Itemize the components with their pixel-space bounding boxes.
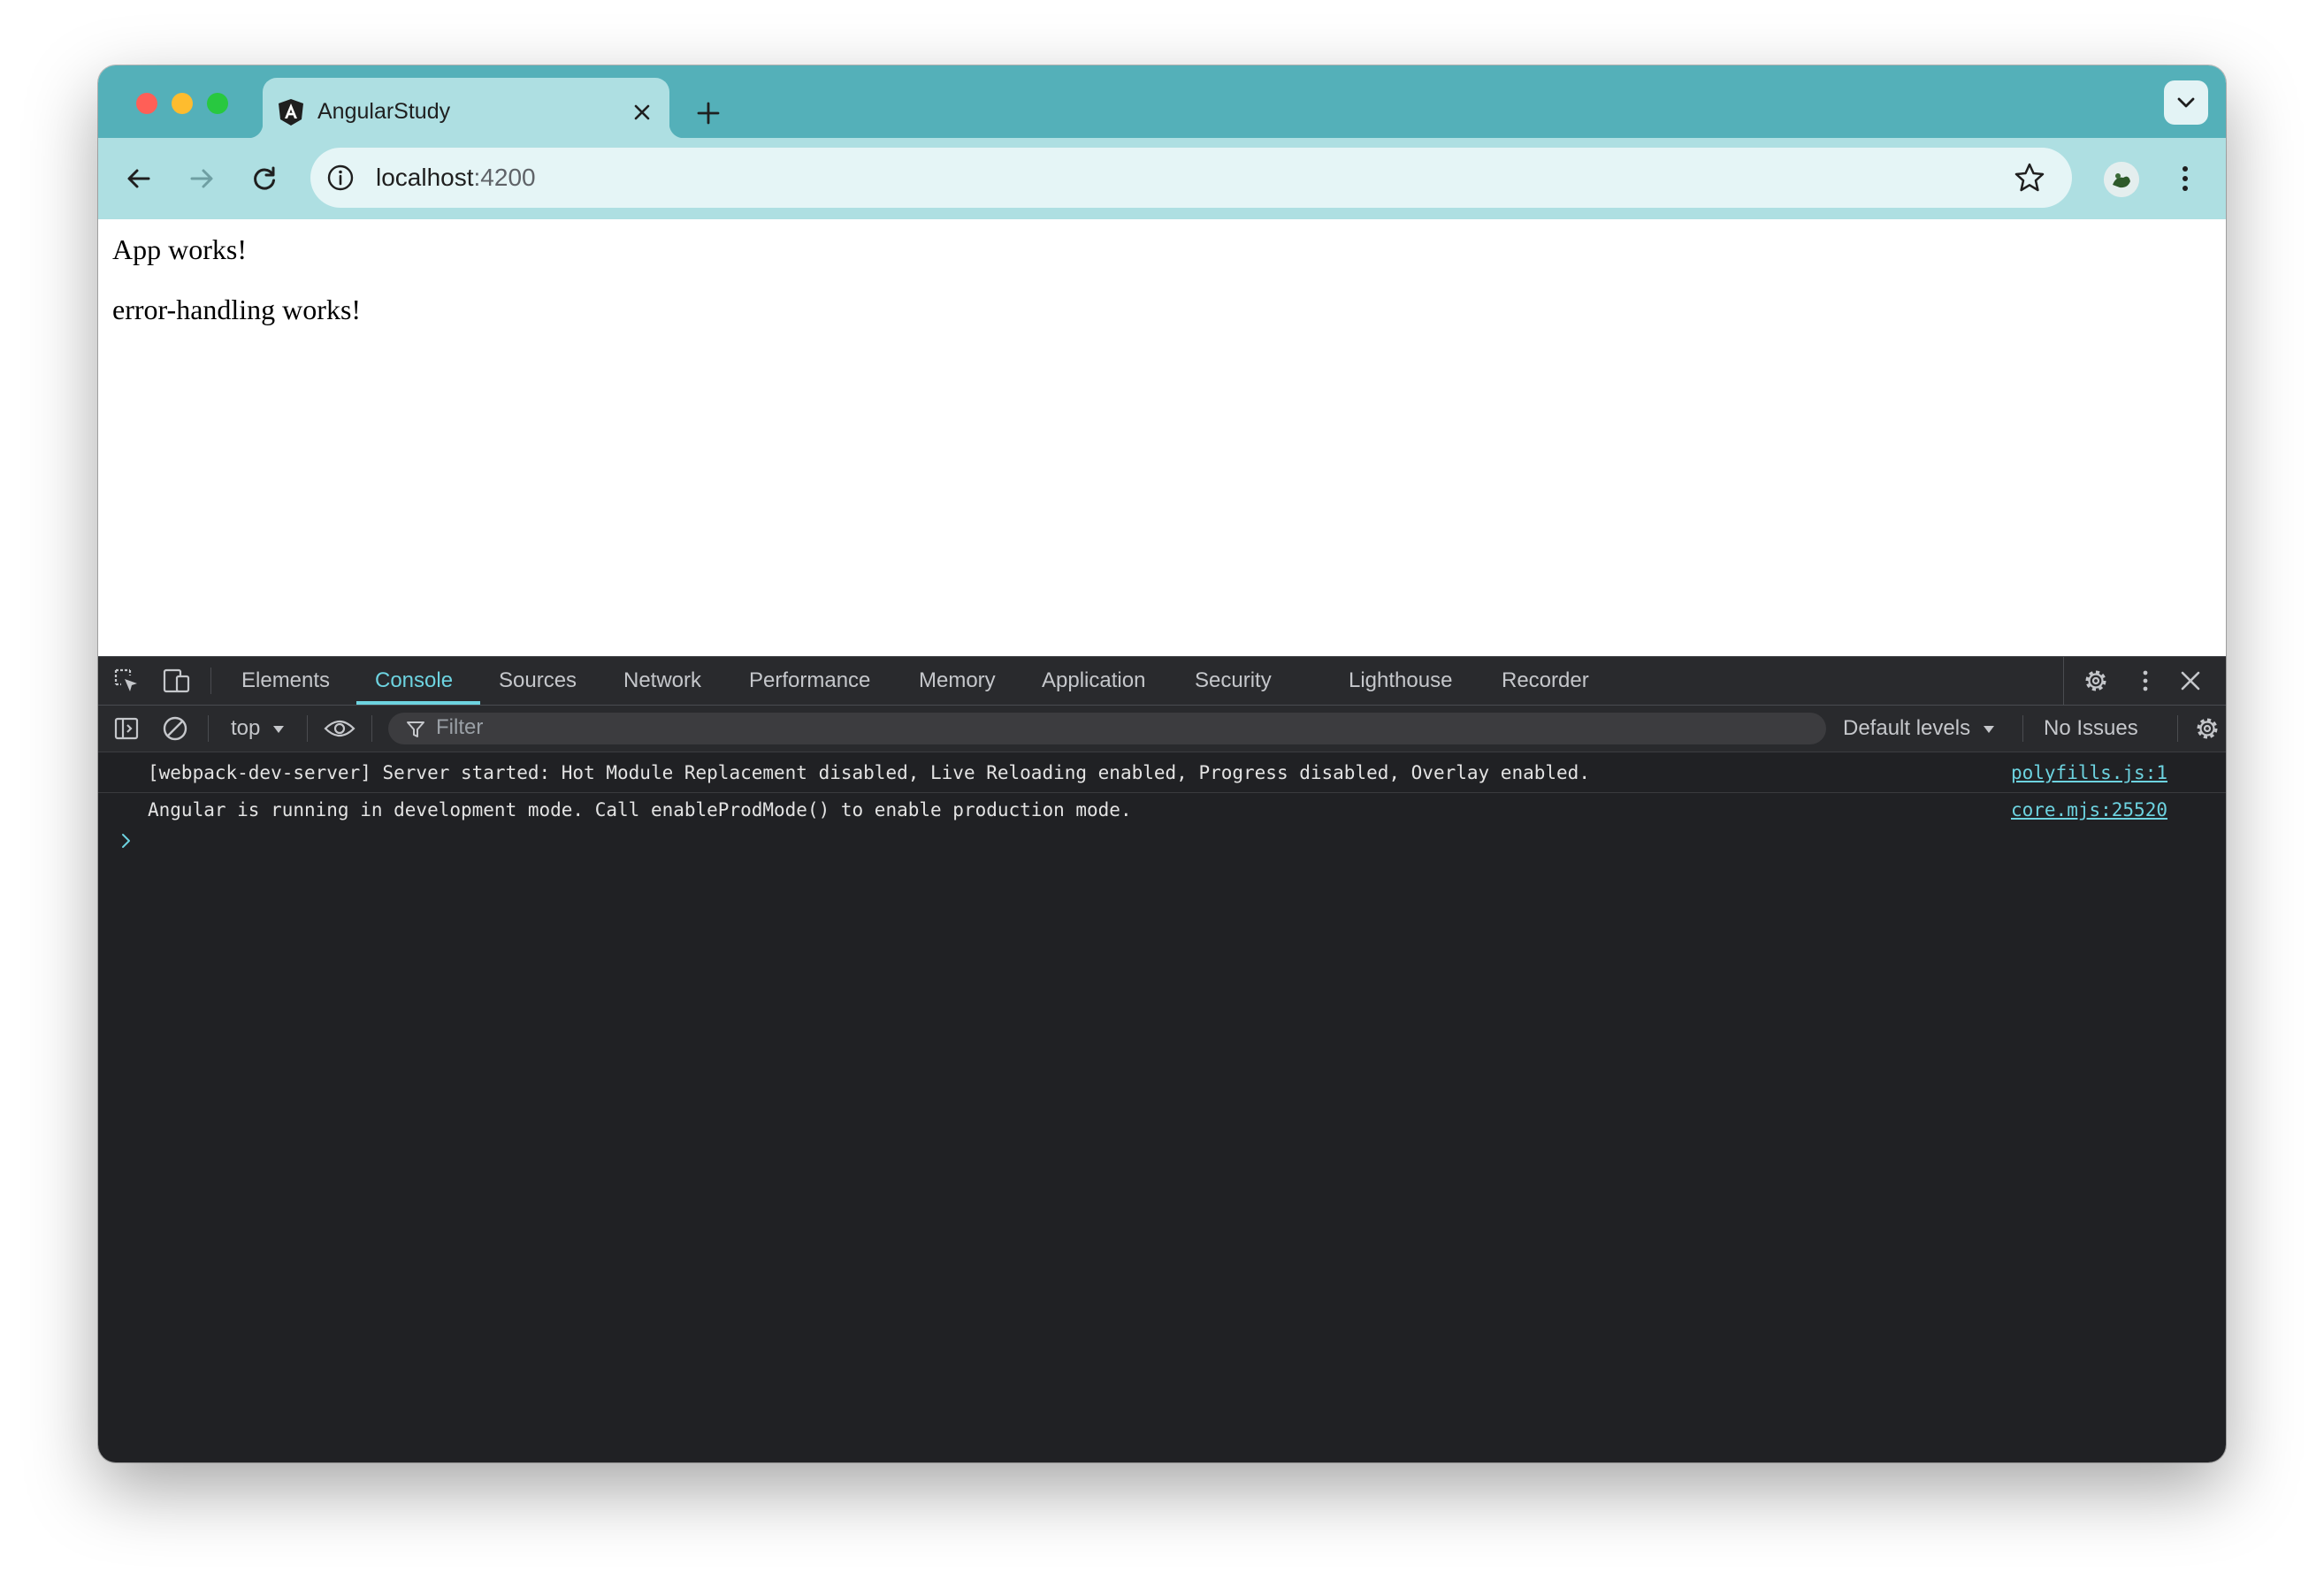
new-tab-icon[interactable] (691, 95, 726, 131)
tab-recorder[interactable]: Recorder (1502, 657, 1589, 705)
devtools-more-options-icon[interactable] (2129, 665, 2161, 697)
filter-funnel-icon (407, 721, 424, 737)
address-bar[interactable]: localhost:4200 (310, 148, 2072, 208)
tab-strip: AngularStudy (98, 65, 2226, 138)
reload-icon[interactable] (246, 160, 283, 197)
bookmark-star-icon[interactable] (2014, 162, 2045, 194)
console-settings-gear-icon[interactable] (2191, 713, 2223, 744)
devtools-tab-bar: Elements Console Sources Network Perform… (98, 657, 2226, 706)
browser-window: AngularStudy localhost:4200 App works! e… (98, 65, 2226, 1462)
page-text-error-handling: error-handling works! (112, 294, 362, 325)
divider (371, 715, 372, 742)
url-port: :4200 (473, 164, 536, 191)
console-message-text: Angular is running in development mode. … (148, 799, 1132, 820)
console-source-link[interactable]: polyfills.js:1 (2011, 762, 2167, 783)
browser-toolbar: localhost:4200 (98, 138, 2226, 219)
divider (307, 715, 308, 742)
clear-console-icon[interactable] (159, 713, 191, 744)
context-selector[interactable]: top (231, 706, 286, 752)
tab-console[interactable]: Console (375, 657, 453, 705)
inspect-element-icon[interactable] (111, 665, 142, 697)
console-source-link[interactable]: core.mjs:25520 (2011, 799, 2167, 820)
console-filter-input[interactable]: Filter (388, 713, 1826, 744)
tab-memory[interactable]: Memory (919, 657, 996, 705)
tab-lighthouse[interactable]: Lighthouse (1349, 657, 1452, 705)
tab-security[interactable]: Security (1195, 657, 1272, 705)
show-sidebar-icon[interactable] (111, 713, 142, 744)
tab-title: AngularStudy (317, 99, 451, 124)
divider (2177, 715, 2178, 742)
tab-sources[interactable]: Sources (499, 657, 577, 705)
tab-search-chevron-down-icon[interactable] (2164, 80, 2208, 125)
page-text-app: App works! (112, 233, 247, 265)
window-close-button[interactable] (136, 93, 157, 114)
site-info-icon[interactable] (323, 160, 358, 195)
page-content: App works! error-handling works! (98, 219, 2226, 656)
live-expression-eye-icon[interactable] (324, 713, 355, 744)
forward-arrow-icon[interactable] (183, 160, 220, 197)
filter-placeholder: Filter (436, 715, 484, 739)
active-tab-underline (356, 701, 480, 705)
divider (210, 668, 211, 694)
back-arrow-icon[interactable] (120, 160, 157, 197)
profile-avatar[interactable] (2104, 162, 2139, 197)
tab-performance[interactable]: Performance (749, 657, 870, 705)
browser-menu-icon[interactable] (2167, 161, 2203, 196)
browser-tab[interactable]: AngularStudy (248, 78, 684, 138)
tab-close-icon[interactable] (627, 97, 657, 127)
window-minimize-button[interactable] (172, 93, 193, 114)
tab-application[interactable]: Application (1042, 657, 1145, 705)
issues-counter[interactable]: No Issues (2044, 706, 2138, 752)
tab-network[interactable]: Network (623, 657, 701, 705)
url-host: localhost (376, 164, 474, 191)
console-prompt-chevron-icon[interactable] (116, 830, 137, 851)
angular-logo-icon (279, 99, 303, 126)
divider (2022, 715, 2023, 742)
console-message: [webpack-dev-server] Server started: Hot… (98, 755, 2226, 793)
device-toolbar-icon[interactable] (161, 665, 193, 697)
console-message-text: [webpack-dev-server] Server started: Hot… (148, 762, 1590, 783)
devtools-panel: Elements Console Sources Network Perform… (98, 656, 2226, 1462)
devtools-close-icon[interactable] (2175, 665, 2206, 697)
console-toolbar: top Filter Default levels No Issues (98, 706, 2226, 752)
context-label: top (231, 716, 261, 740)
divider (208, 715, 209, 742)
window-maximize-button[interactable] (207, 93, 228, 114)
log-levels-label: Default levels (1843, 716, 1971, 740)
divider (2063, 657, 2064, 705)
console-message: Angular is running in development mode. … (98, 792, 2226, 829)
devtools-settings-gear-icon[interactable] (2080, 665, 2112, 697)
log-levels-dropdown[interactable]: Default levels (1843, 706, 1996, 752)
url-text[interactable]: localhost:4200 (376, 164, 536, 192)
tab-elements[interactable]: Elements (241, 657, 330, 705)
